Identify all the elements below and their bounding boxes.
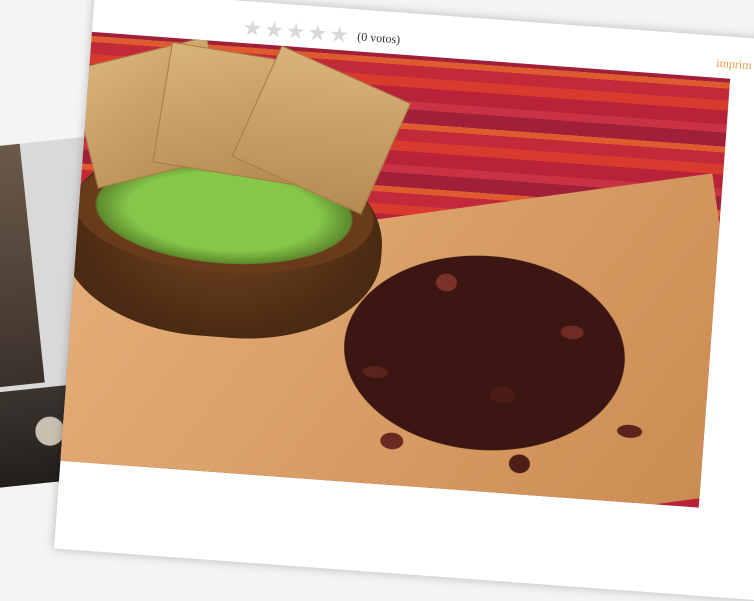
background-photo-strip: [0, 143, 45, 389]
votes-count: (0 votos): [356, 29, 401, 47]
print-link[interactable]: imprim: [716, 56, 752, 74]
recipe-photo: [60, 31, 731, 508]
recipe-card: ★★★★★ (0 votos) imprim: [53, 0, 754, 601]
